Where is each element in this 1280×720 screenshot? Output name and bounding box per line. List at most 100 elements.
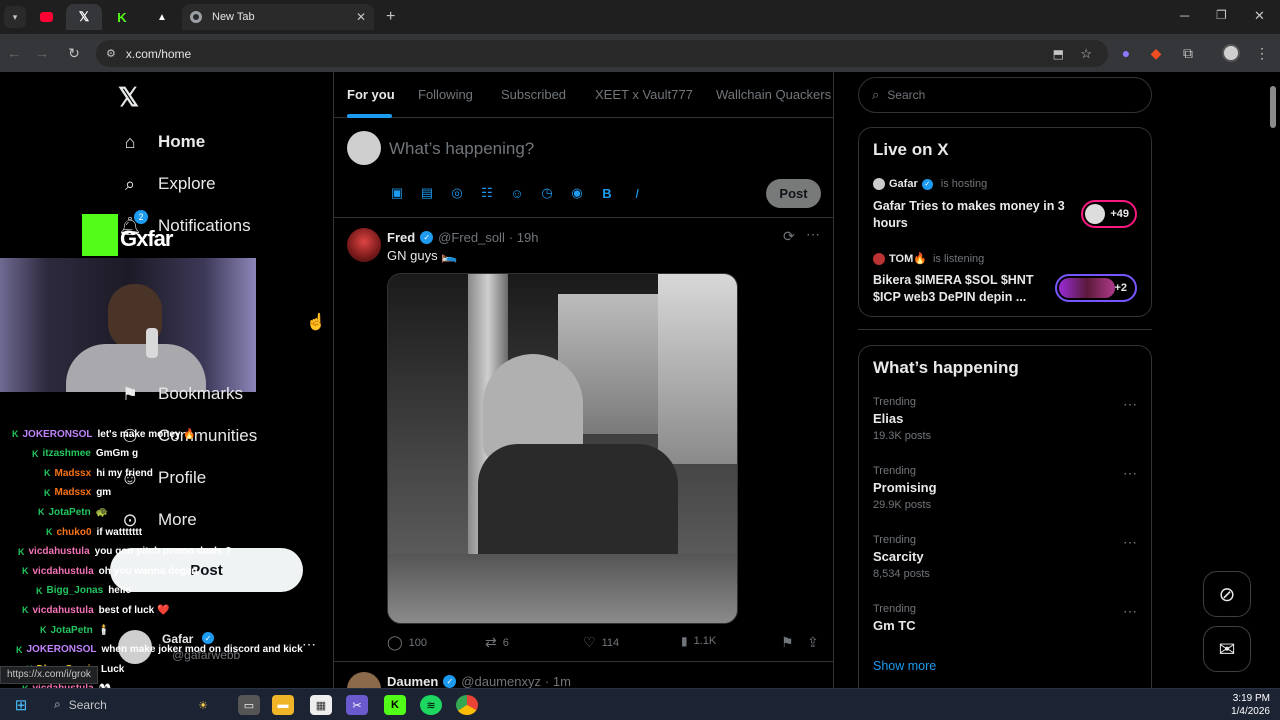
close-tab-icon[interactable]: ✕ xyxy=(356,10,366,24)
nav-bookmarks[interactable]: ⚑ Bookmarks xyxy=(118,376,243,412)
url-text[interactable]: x.com/home xyxy=(126,47,191,61)
address-bar[interactable]: ⚙ x.com/home ⬒ ☆ xyxy=(96,40,1108,67)
tweet[interactable]: Fred ✓ @Fred_soll · 19h ⟳ ⋯ GN guys 🛌 ◯ 1… xyxy=(334,218,833,662)
taskbar-clock[interactable]: 3:19 PM 1/4/2026 xyxy=(1210,692,1270,718)
space-2-title[interactable]: Bikera $IMERA $SOL $HNT $ICP web3 DePIN … xyxy=(873,272,1053,306)
next-tweet-author-name[interactable]: Daumen xyxy=(387,674,438,688)
install-app-icon[interactable]: ⬒ xyxy=(1053,47,1064,61)
maximize-icon[interactable]: ❐ xyxy=(1216,8,1227,22)
bookmark-tweet-icon[interactable]: ⚑ xyxy=(781,634,794,651)
nav-home[interactable]: ⌂ Home xyxy=(118,124,206,160)
messages-floating-icon[interactable]: ✉ xyxy=(1203,626,1251,672)
trend-more-icon[interactable]: ⋯ xyxy=(1123,396,1138,413)
chrome-icon xyxy=(190,11,202,23)
trend-item[interactable]: Trending Gm TC xyxy=(873,603,916,633)
bold-icon[interactable]: B xyxy=(599,185,615,201)
trend-more-icon[interactable]: ⋯ xyxy=(1123,465,1138,482)
forward-icon[interactable]: → xyxy=(30,41,54,65)
chrome-taskbar-icon[interactable] xyxy=(456,695,478,715)
show-more-link[interactable]: Show more xyxy=(873,659,936,673)
extensions-puzzle-icon[interactable]: ⧉ xyxy=(1176,41,1200,65)
tweet-photo[interactable] xyxy=(387,273,738,624)
tab-search-button[interactable]: ▾ xyxy=(4,6,26,28)
tab-new-tab[interactable]: New Tab ✕ xyxy=(182,4,374,30)
tab-youtube[interactable] xyxy=(34,4,58,30)
space-1-host[interactable]: Gafar xyxy=(889,178,918,190)
space-2-listener-count: +2 xyxy=(1114,282,1127,294)
timeline-tab-bar: For you Following Subscribed XEET x Vaul… xyxy=(334,72,833,118)
x-logo-icon[interactable]: 𝕏 xyxy=(118,82,139,113)
x-home-page: 𝕏 ⌂ Home ⌕ Explore 🔔︎ 2 Notifications Gx… xyxy=(0,72,1280,688)
kick-app-icon[interactable]: K xyxy=(384,695,406,715)
trend-item[interactable]: Trending Promising 29.9K posts xyxy=(873,465,937,511)
tweet-author-name[interactable]: Fred xyxy=(387,230,415,245)
windows-start-icon[interactable]: ⊞ xyxy=(10,695,32,715)
share-icon[interactable]: ⇪ xyxy=(807,634,819,651)
kick-badge-icon: K xyxy=(36,585,43,596)
store-icon[interactable]: ▦ xyxy=(310,695,332,715)
task-view-icon[interactable]: ▭ xyxy=(238,695,260,715)
tab-following[interactable]: Following xyxy=(418,87,473,102)
taskbar-date: 1/4/2026 xyxy=(1231,706,1270,717)
browser-menu-icon[interactable]: ⋮ xyxy=(1250,41,1274,65)
snipping-tool-icon[interactable]: ✂ xyxy=(346,695,368,715)
reply-button[interactable]: ◯ 100 xyxy=(387,634,427,651)
new-tab-button[interactable]: + xyxy=(386,8,395,26)
space-2-host[interactable]: TOM🔥 xyxy=(889,252,927,265)
next-tweet-handle[interactable]: @daumenxyz xyxy=(461,674,541,688)
tweet-author-handle[interactable]: @Fred_soll xyxy=(438,230,505,245)
extension-discord-icon[interactable]: ● xyxy=(1114,41,1138,65)
grok-floating-icon[interactable]: ⊘ xyxy=(1203,571,1251,617)
tweet-avatar[interactable] xyxy=(347,228,381,262)
account-more-icon[interactable]: ⋯ xyxy=(302,636,316,653)
next-tweet-avatar[interactable] xyxy=(347,672,381,688)
grok-icon[interactable]: ◎ xyxy=(449,185,465,201)
close-window-icon[interactable]: ✕ xyxy=(1254,8,1265,24)
gif-icon[interactable]: ▤ xyxy=(419,185,435,201)
space-2-join-button[interactable]: +2 xyxy=(1055,274,1137,302)
tab-kick[interactable]: K xyxy=(110,4,134,30)
compose-post-button[interactable]: Post xyxy=(766,179,821,208)
spotify-icon[interactable]: ≋ xyxy=(420,695,442,715)
file-explorer-icon[interactable]: ▬ xyxy=(272,695,294,715)
tab-drive[interactable]: ▲ xyxy=(150,4,174,30)
composer-input[interactable]: What’s happening? xyxy=(389,139,534,159)
tab-xeet-vault[interactable]: XEET x Vault777 xyxy=(595,87,693,102)
location-icon[interactable]: ◉ xyxy=(569,185,585,201)
extension-fox-icon[interactable]: ◆ xyxy=(1144,41,1168,65)
repost-button[interactable]: ⇄ 6 xyxy=(485,634,509,651)
profile-avatar[interactable] xyxy=(1222,44,1240,62)
trend-more-icon[interactable]: ⋯ xyxy=(1123,603,1138,620)
tweet-more-icon[interactable]: ⋯ xyxy=(806,226,820,243)
page-scrollbar[interactable] xyxy=(1270,86,1276,128)
chat-message: Kvicdahustula oh you wanna degen xyxy=(22,563,198,579)
tab-x[interactable]: 𝕏 xyxy=(66,4,102,30)
back-icon[interactable]: ← xyxy=(2,41,26,65)
tab-for-you[interactable]: For you xyxy=(347,87,395,102)
site-info-icon[interactable]: ⚙ xyxy=(106,47,116,60)
tweet-time[interactable]: · 19h xyxy=(509,230,539,245)
minimize-icon[interactable]: ─ xyxy=(1180,8,1189,23)
reload-icon[interactable]: ↻ xyxy=(62,41,86,65)
tab-wallchain-quackers[interactable]: Wallchain Quackers xyxy=(716,87,831,102)
space-1-title[interactable]: Gafar Tries to makes money in 3 hours xyxy=(873,198,1073,232)
bookmark-star-icon[interactable]: ☆ xyxy=(1080,46,1092,62)
poll-icon[interactable]: ☷ xyxy=(479,185,495,201)
tab-subscribed[interactable]: Subscribed xyxy=(501,87,566,102)
views-button[interactable]: ▮ 1.1K xyxy=(681,634,716,648)
widgets-icon[interactable]: ☀ xyxy=(192,695,214,715)
taskbar-search[interactable]: ⌕ Search xyxy=(54,697,107,712)
italic-icon[interactable]: I xyxy=(629,185,645,201)
trend-item[interactable]: Trending Elias 19.3K posts xyxy=(873,396,931,442)
nav-explore[interactable]: ⌕ Explore xyxy=(118,166,216,202)
grok-explain-icon[interactable]: ⟳ xyxy=(783,228,795,245)
image-icon[interactable]: ▣ xyxy=(389,185,405,201)
trend-more-icon[interactable]: ⋯ xyxy=(1123,534,1138,551)
space-1-join-button[interactable]: +49 xyxy=(1081,200,1137,228)
next-tweet-time[interactable]: · 1m xyxy=(545,674,571,688)
trend-item[interactable]: Trending Scarcity 8,534 posts xyxy=(873,534,930,580)
schedule-icon[interactable]: ◷ xyxy=(539,185,555,201)
search-box[interactable]: ⌕ Search xyxy=(858,77,1152,113)
emoji-icon[interactable]: ☺ xyxy=(509,185,525,201)
like-button[interactable]: ♡ 114 xyxy=(583,634,619,651)
